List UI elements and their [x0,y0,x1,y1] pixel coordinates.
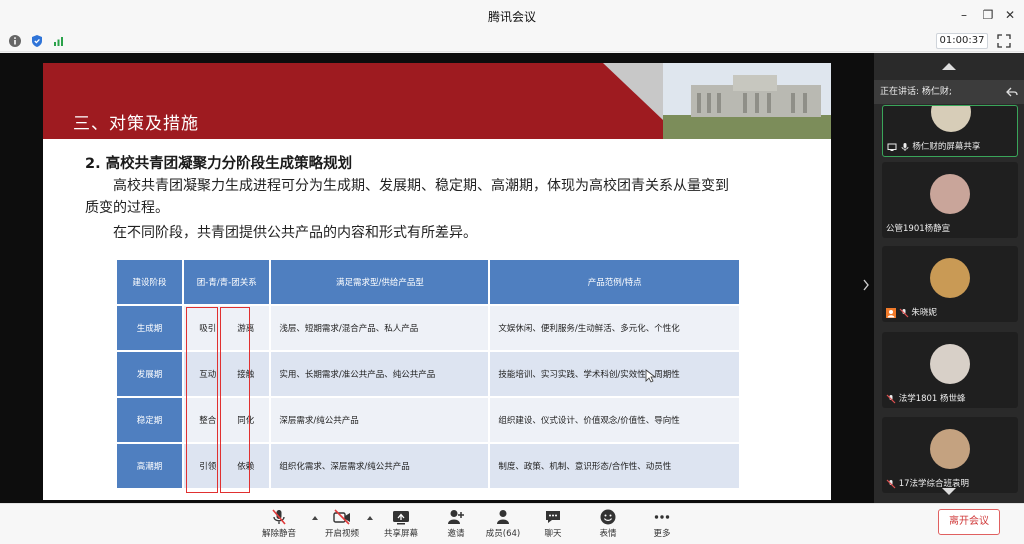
participant-tile[interactable]: 17法学综合班袁明 [882,417,1018,493]
user-badge-icon [886,307,896,318]
paragraph-line: 高校共青团凝聚力生成进程可分为生成期、发展期、稳定期、高潮期，体现为高校团青关系… [113,178,729,194]
chat-button[interactable]: 聊天 [528,506,578,544]
caret-up-icon[interactable] [367,516,373,520]
signal-icon[interactable] [52,34,66,48]
demand-cell: 组织化需求、深层需求/纯公共产品 [271,444,489,488]
paragraph-line: 在不同阶段，共青团提供公共产品的内容和形式有所差异。 [113,225,477,241]
unmute-button[interactable]: 解除静音 [254,506,304,544]
meeting-timer: 01:00:37 [936,33,988,49]
example-cell: 组织建设、仪式设计、价值观念/价值性、导向性 [490,398,739,442]
leave-meeting-button[interactable]: 离开会议 [938,509,1000,535]
mic-icon [901,142,909,151]
table-header-cell: 产品范例/特点 [490,260,739,304]
shared-screen: 三、对策及措施 2. 高校共青团凝聚力分阶段生成策略规划 高校共青团凝聚力生成进… [0,53,874,503]
participant-name: 17法学综合班袁明 [886,477,969,489]
restore-icon[interactable]: ❐ [979,6,997,24]
participant-name: 杨仁财的屏幕共享 [887,140,980,152]
start-video-button[interactable]: 开启视频 [317,506,367,544]
avatar [931,106,971,132]
window-title: 腾讯会议 [487,10,536,24]
participant-name: 朱晓妮 [886,306,937,318]
table-header-row: 建设阶段 团-青/青-团关系 满足需求型/供给产品型 产品范例/特点 [117,260,739,304]
demand-cell: 浅层、短期需求/混合产品、私人产品 [271,306,489,350]
avatar [930,258,970,298]
info-icon[interactable] [8,34,22,48]
highlight-box [186,307,218,493]
invite-button[interactable]: 邀请 [431,506,481,544]
table-header-cell: 满足需求型/供给产品型 [271,260,489,304]
avatar [930,174,970,214]
stage-cell: 生成期 [117,306,183,350]
paragraph-line: 质变的过程。 [85,200,169,216]
table-header-cell: 建设阶段 [117,260,183,304]
highlight-box [220,307,250,493]
section-title: 三、对策及措施 [73,114,199,134]
stage-cell: 稳定期 [117,398,183,442]
scroll-up-icon[interactable] [942,63,956,70]
close-icon[interactable]: ✕ [1001,6,1019,24]
shield-icon[interactable] [30,34,44,48]
emoji-button[interactable]: 表情 [583,506,633,544]
example-cell: 技能培训、实习实践、学术科创/实效性、周期性 [490,352,739,396]
mic-muted-icon [272,509,286,525]
smile-icon [600,509,616,525]
mic-muted-icon [899,308,909,317]
status-bar: 01:00:37 [0,30,1024,52]
table-header-cell: 团-青/青-团关系 [184,260,270,304]
participant-name: 法学1801 杨世蜂 [886,392,966,404]
participant-tile[interactable]: 朱晓妮 [882,246,1018,322]
participant-tile[interactable]: 公管1901杨静宣 [882,162,1018,238]
screen-share-icon [887,143,897,151]
add-user-icon [448,510,464,524]
presentation-slide: 三、对策及措施 2. 高校共青团凝聚力分阶段生成策略规划 高校共青团凝聚力生成进… [43,63,831,500]
stage-cell: 发展期 [117,352,183,396]
mic-muted-icon [886,479,896,488]
mic-muted-icon [886,394,896,403]
members-icon [497,510,509,524]
more-icon [654,515,670,519]
avatar [930,429,970,469]
share-screen-icon [393,511,409,525]
video-off-icon [333,509,350,525]
stage-cell: 高潮期 [117,444,183,488]
fullscreen-icon[interactable] [996,33,1012,49]
demand-cell: 深层需求/纯公共产品 [271,398,489,442]
chat-icon [546,511,560,523]
participant-sidebar: 正在讲话: 杨仁财; 杨仁财的屏幕共享 公管1901杨静宣 朱晓妮 法学1801… [874,53,1024,503]
example-cell: 制度、政策、机制、意识形态/合作性、动员性 [490,444,739,488]
participant-tile[interactable]: 杨仁财的屏幕共享 [882,105,1018,157]
return-icon[interactable] [1006,86,1018,98]
speaking-indicator: 正在讲话: 杨仁财; [874,80,1024,104]
mouse-cursor-icon [645,369,657,383]
slide-heading: 2. 高校共青团凝聚力分阶段生成策略规划 [85,156,353,172]
participant-tile[interactable]: 法学1801 杨世蜂 [882,332,1018,408]
members-button[interactable]: 成员(64) [478,506,528,544]
speaking-text: 正在讲话: 杨仁财; [880,87,952,97]
minimize-icon[interactable]: – [955,6,973,24]
chevron-right-icon[interactable] [862,279,870,291]
avatar [930,344,970,384]
demand-cell: 实用、长期需求/准公共产品、纯公共产品 [271,352,489,396]
participant-name: 公管1901杨静宣 [886,224,951,234]
share-screen-button[interactable]: 共享屏幕 [376,506,426,544]
scroll-down-icon[interactable] [942,488,956,495]
example-cell: 文娱休闲、便利服务/生动鲜活、多元化、个性化 [490,306,739,350]
more-button[interactable]: 更多 [637,506,687,544]
title-bar: 腾讯会议 – ❐ ✕ [0,0,1024,30]
meeting-toolbar: 解除静音 开启视频 共享屏幕 邀请 成员(64) 聊天 表情 更多 离开会议 [0,503,1024,544]
